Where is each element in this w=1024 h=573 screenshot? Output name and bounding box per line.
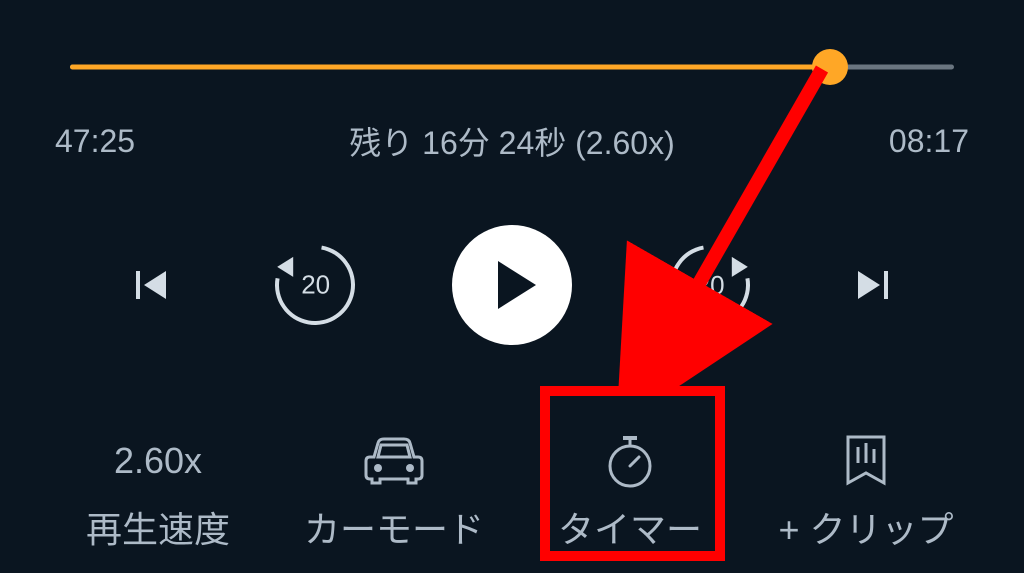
timer-icon [605,434,655,488]
progress-fill [70,65,830,70]
car-mode-button[interactable]: カーモード [304,435,484,553]
bookmark-icon [844,435,888,487]
speed-label: 再生速度 [86,501,230,553]
remaining-time: 残り 16分 24秒 (2.60x) [349,118,674,164]
clip-label: + クリップ [778,501,953,553]
timer-label: タイマー [558,501,702,553]
skip-forward-seconds: 20 [695,269,724,300]
elapsed-time: 47:25 [55,123,135,160]
skip-next-icon [852,265,892,305]
skip-back-seconds: 20 [300,270,329,301]
play-icon [498,261,536,309]
play-button[interactable] [452,225,572,345]
car-icon [364,437,424,485]
skip-forward-button[interactable]: 20 [667,243,752,328]
speed-value: 2.60x [114,440,202,482]
previous-track-button[interactable] [127,260,177,310]
progress-thumb[interactable] [812,49,848,85]
skip-previous-icon [132,265,172,305]
car-mode-label: カーモード [304,501,484,553]
progress-bar[interactable] [70,52,954,82]
skip-back-button[interactable]: 20 [272,243,357,328]
total-time: 08:17 [889,123,969,160]
timer-button[interactable]: タイマー [540,435,720,553]
next-track-button[interactable] [847,260,897,310]
clip-button[interactable]: + クリップ [776,435,956,553]
playback-speed-button[interactable]: 2.60x 再生速度 [68,435,248,553]
